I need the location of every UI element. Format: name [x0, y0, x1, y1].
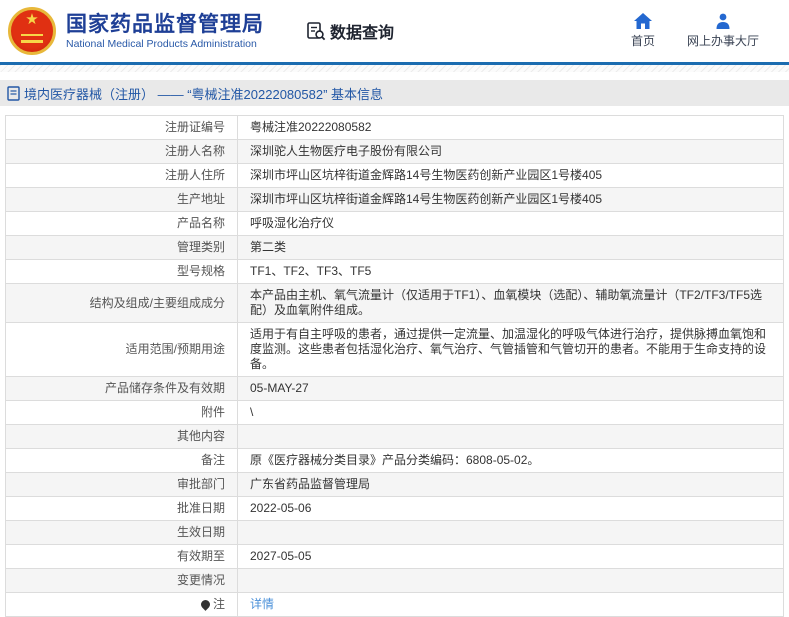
row-label: 注册人名称 — [164, 144, 225, 158]
row-value: 第二类 — [237, 235, 784, 260]
row-value — [237, 568, 784, 593]
data-query-section[interactable]: 数据查询 — [306, 19, 394, 43]
nav-home[interactable]: 首页 — [631, 13, 655, 49]
row-label: 适用范围/预期用途 — [125, 342, 225, 356]
detail-link[interactable]: 详情 — [250, 597, 274, 611]
row-value: 适用于有自主呼吸的患者，通过提供一定流量、加温湿化的呼吸气体进行治疗，提供脉搏血… — [237, 322, 784, 377]
row-value: TF1、TF2、TF3、TF5 — [237, 259, 784, 284]
hatch-strip — [0, 65, 789, 72]
table-row: 生效日期 — [5, 520, 784, 545]
nav-service-hall[interactable]: 网上办事大厅 — [687, 13, 759, 49]
note-icon — [199, 598, 212, 611]
page-title: 境内医疗器械（注册） —— “粤械注准20222080582” 基本信息 — [24, 86, 384, 102]
row-label: 注册人住所 — [164, 168, 225, 182]
registration-info-table: 注册证编号 粤械注准20222080582 注册人名称 深圳驼人生物医疗电子股份… — [5, 115, 784, 617]
row-label: 有效期至 — [176, 549, 225, 563]
row-label: 备注 — [200, 453, 225, 467]
row-value: 深圳驼人生物医疗电子股份有限公司 — [237, 139, 784, 164]
brand-title: 国家药品监督管理局 — [66, 12, 264, 36]
table-row: 产品储存条件及有效期 05-MAY-27 — [5, 376, 784, 401]
person-icon — [715, 13, 731, 29]
row-value: 本产品由主机、氧气流量计（仅适用于TF1）、血氧模块（选配）、辅助氧流量计（TF… — [237, 283, 784, 323]
row-value: 粤械注准20222080582 — [237, 115, 784, 140]
brand-block: 国家药品监督管理局 National Medical Products Admi… — [66, 12, 264, 51]
row-value: 详情 — [237, 592, 784, 617]
row-label: 产品名称 — [176, 216, 225, 230]
table-row: 注册人名称 深圳驼人生物医疗电子股份有限公司 — [5, 139, 784, 164]
row-value — [237, 424, 784, 449]
table-row: 其他内容 — [5, 424, 784, 449]
table-row: 变更情况 — [5, 568, 784, 593]
row-value: 原《医疗器械分类目录》产品分类编码：6808-05-02。 — [237, 448, 784, 473]
row-value: 深圳市坪山区坑梓街道金辉路14号生物医药创新产业园区1号楼405 — [237, 187, 784, 212]
nav-home-label: 首页 — [630, 34, 655, 48]
nav-service-hall-label: 网上办事大厅 — [686, 34, 759, 48]
table-row: 产品名称 呼吸湿化治疗仪 — [5, 211, 784, 236]
table-row: 有效期至 2027-05-05 — [5, 544, 784, 569]
row-value: 2022-05-06 — [237, 496, 784, 521]
table-row: 注 详情 — [5, 592, 784, 617]
breadcrumb: 境内医疗器械（注册） —— “粤械注准20222080582” 基本信息 — [0, 80, 789, 106]
table-row: 注册证编号 粤械注准20222080582 — [5, 115, 784, 140]
row-label: 注册证编号 — [164, 120, 225, 134]
table-row: 审批部门 广东省药品监督管理局 — [5, 472, 784, 497]
row-label: 附件 — [200, 405, 225, 419]
row-value: 深圳市坪山区坑梓街道金辉路14号生物医药创新产业园区1号楼405 — [237, 163, 784, 188]
registration-info-table-wrap: 注册证编号 粤械注准20222080582 注册人名称 深圳驼人生物医疗电子股份… — [5, 115, 784, 617]
data-query-label: 数据查询 — [330, 25, 395, 42]
row-value: 呼吸湿化治疗仪 — [237, 211, 784, 236]
table-row: 生产地址 深圳市坪山区坑梓街道金辉路14号生物医药创新产业园区1号楼405 — [5, 187, 784, 212]
row-label: 注 — [212, 597, 225, 611]
row-label: 生效日期 — [176, 525, 225, 539]
row-value: 2027-05-05 — [237, 544, 784, 569]
row-label: 其他内容 — [176, 429, 225, 443]
row-value: \ — [237, 400, 784, 425]
table-row: 型号规格 TF1、TF2、TF3、TF5 — [5, 259, 784, 284]
row-value: 广东省药品监督管理局 — [237, 472, 784, 497]
page-icon — [7, 85, 20, 101]
home-icon — [633, 13, 652, 29]
table-row: 适用范围/预期用途 适用于有自主呼吸的患者，通过提供一定流量、加温湿化的呼吸气体… — [5, 322, 784, 377]
brand-subtitle: National Medical Products Administration — [66, 37, 257, 50]
row-label: 型号规格 — [176, 264, 225, 278]
row-label: 产品储存条件及有效期 — [104, 381, 225, 395]
table-row: 备注 原《医疗器械分类目录》产品分类编码：6808-05-02。 — [5, 448, 784, 473]
row-label: 生产地址 — [176, 192, 225, 206]
row-label: 批准日期 — [176, 501, 225, 515]
emblem-star-icon: ★ — [25, 11, 39, 28]
national-emblem-logo: ★ — [8, 7, 56, 55]
site-header: ★ 国家药品监督管理局 National Medical Products Ad… — [0, 0, 789, 62]
table-row: 管理类别 第二类 — [5, 235, 784, 260]
row-label: 结构及组成/主要组成成分 — [89, 295, 225, 310]
top-nav: 首页 网上办事大厅 — [631, 13, 759, 49]
table-row: 附件 \ — [5, 400, 784, 425]
row-value: 05-MAY-27 — [237, 376, 784, 401]
row-value — [237, 520, 784, 545]
table-row: 批准日期 2022-05-06 — [5, 496, 784, 521]
emblem-gate-icon — [21, 34, 43, 43]
document-search-icon — [306, 21, 326, 41]
table-row: 结构及组成/主要组成成分 本产品由主机、氧气流量计（仅适用于TF1）、血氧模块（… — [5, 283, 784, 323]
table-row: 注册人住所 深圳市坪山区坑梓街道金辉路14号生物医药创新产业园区1号楼405 — [5, 163, 784, 188]
row-label: 变更情况 — [176, 573, 225, 587]
row-label: 管理类别 — [176, 240, 225, 254]
row-label: 审批部门 — [176, 477, 225, 491]
